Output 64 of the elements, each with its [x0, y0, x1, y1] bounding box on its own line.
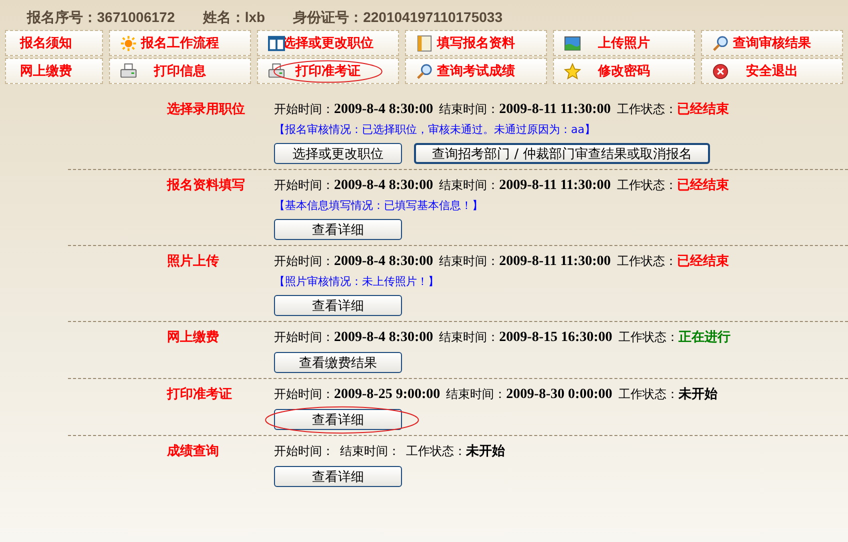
action-button[interactable]: 查看详细 [274, 219, 402, 240]
step-title: 报名资料填写 [166, 177, 246, 195]
start-time: 开始时间：2009-8-4 8:30:00 [274, 101, 434, 118]
status-value: 已经结束 [676, 253, 729, 270]
step-title: 选择录用职位 [166, 101, 246, 119]
step-title: 照片上传 [166, 253, 220, 271]
nav-link[interactable]: 报名工作流程 [109, 30, 251, 56]
search-icon [712, 35, 729, 52]
action-button[interactable]: 查询招考部门 / 仲裁部门审查结果或取消报名 [414, 143, 710, 164]
start-time: 开始时间： [274, 443, 334, 460]
status-label: 工作状态： [616, 101, 677, 118]
nav-link[interactable]: 填写报名资料 [405, 30, 547, 56]
end-time: 结束时间：2009-8-11 11:30:00 [439, 101, 611, 118]
action-button[interactable]: 查看详细 [274, 295, 402, 316]
step-title: 打印准考证 [166, 386, 233, 404]
status-value: 未开始 [466, 443, 505, 460]
header-field: 身份证号：220104197110175033 [293, 9, 502, 30]
nav-link[interactable]: 打印信息 [109, 58, 251, 84]
end-time: 结束时间：2009-8-15 16:30:00 [439, 329, 612, 346]
status-label: 工作状态： [616, 253, 677, 270]
end-time: 结束时间：2009-8-30 0:00:00 [446, 386, 612, 403]
header-field: 姓名：lxb [202, 9, 266, 30]
nav-link[interactable]: 报名须知 [5, 30, 103, 56]
landscape-icon [564, 35, 581, 52]
header-field: 报名序号：3671006172 [27, 9, 175, 30]
nav-link[interactable]: 查询审核结果 [701, 30, 843, 56]
status-label: 工作状态： [616, 177, 677, 194]
nav-link[interactable]: 安全退出 [701, 58, 843, 84]
status-value: 已经结束 [676, 177, 729, 194]
nav-link[interactable]: 查询考试成绩 [405, 58, 547, 84]
status-value: 正在进行 [678, 329, 730, 346]
end-time: 结束时间：2009-8-11 11:30:00 [439, 253, 611, 270]
action-button[interactable]: 查看缴费结果 [274, 352, 402, 373]
nav-link[interactable]: 网上缴费 [5, 58, 103, 84]
action-button[interactable]: 查看详细 [274, 466, 402, 487]
start-time: 开始时间：2009-8-25 9:00:00 [274, 386, 440, 403]
status-note: 【照片审核情况：未上传照片！】 [274, 274, 440, 289]
status-note: 【报名审核情况：已选择职位，审核未通过。未通过原因为：aa】 [274, 122, 596, 137]
status-label: 工作状态： [618, 386, 678, 403]
action-button[interactable]: 选择或更改职位 [274, 143, 402, 164]
star-icon [564, 63, 581, 80]
step-title: 成绩查询 [166, 443, 220, 461]
status-label: 工作状态： [406, 443, 466, 460]
start-time: 开始时间：2009-8-4 8:30:00 [274, 177, 434, 194]
search-icon [416, 63, 433, 80]
nav-link[interactable]: 打印准考证 [257, 58, 399, 84]
printer-icon [120, 63, 137, 80]
close-icon [712, 63, 729, 80]
status-note: 【基本信息填写情况：已填写基本信息！】 [274, 198, 484, 213]
end-time: 结束时间：2009-8-11 11:30:00 [439, 177, 611, 194]
nav-link[interactable]: 上传照片 [553, 30, 695, 56]
window-icon [268, 35, 285, 52]
start-time: 开始时间：2009-8-4 8:30:00 [274, 253, 434, 270]
book-icon [416, 35, 433, 52]
sun-icon [120, 35, 137, 52]
nav-link[interactable]: 修改密码 [553, 58, 695, 84]
end-time: 结束时间： [340, 443, 400, 460]
step-title: 网上缴费 [166, 329, 220, 347]
printer-icon [268, 63, 285, 80]
status-label: 工作状态： [618, 329, 678, 346]
start-time: 开始时间：2009-8-4 8:30:00 [274, 329, 434, 346]
status-value: 未开始 [678, 386, 718, 403]
action-button[interactable]: 查看详细 [274, 409, 402, 430]
status-value: 已经结束 [676, 101, 729, 118]
